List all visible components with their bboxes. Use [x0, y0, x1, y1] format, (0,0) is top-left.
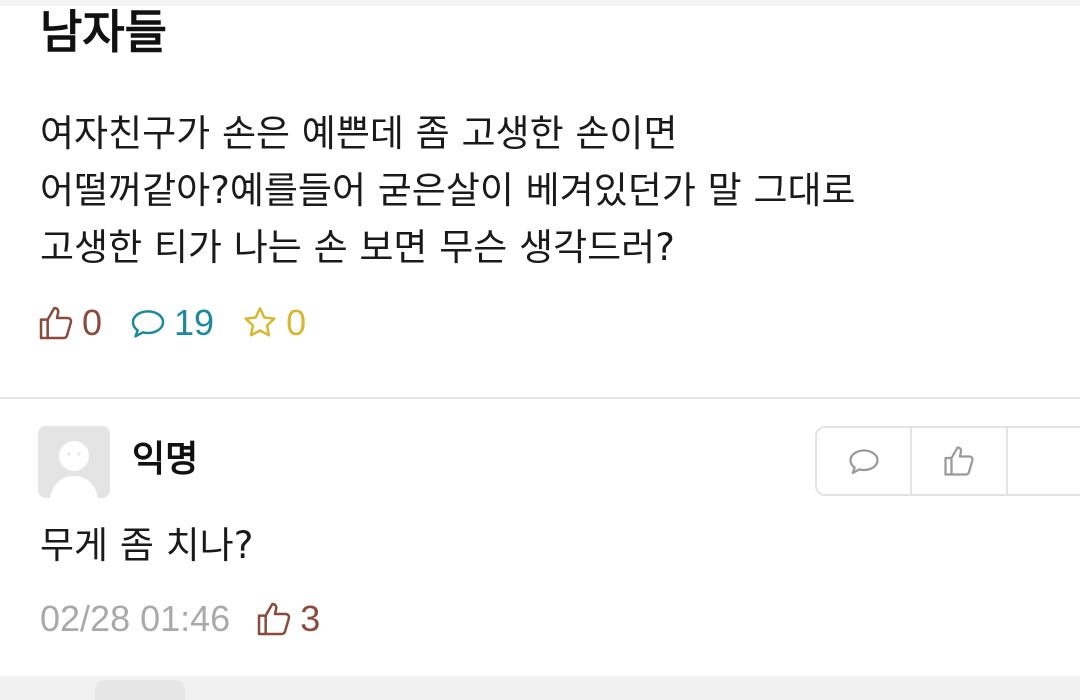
star-icon — [244, 307, 276, 337]
comment-timestamp: 02/28 01:46 — [40, 598, 231, 639]
comment-actions — [815, 426, 1080, 496]
post-stats: 0 19 0 — [36, 300, 332, 346]
post-scrap-count: 0 — [286, 302, 307, 343]
bottom-chip — [95, 680, 185, 700]
thumbs-up-icon — [944, 446, 974, 476]
post-body-line: 여자친구가 손은 예쁜데 좀 고생한 손이면 — [40, 112, 678, 155]
comment-meta: 02/28 01:46 3 — [40, 596, 320, 642]
reply-icon — [849, 449, 879, 475]
comment-author: 익명 — [132, 439, 199, 480]
comment-text: 무게 좀 치나? — [40, 524, 254, 567]
comment-like-count: 3 — [300, 598, 321, 639]
post-body: 여자친구가 손은 예쁜데 좀 고생한 손이면 어떨꺼같아?예를들어 굳은살이 베… — [40, 105, 1060, 276]
comment-like-button[interactable] — [912, 428, 1008, 494]
anonymous-avatar-icon — [38, 426, 110, 498]
thumbs-up-icon — [257, 602, 291, 636]
comment-like-count-badge: 3 — [254, 598, 320, 640]
post-like-count: 0 — [82, 302, 103, 343]
post-comment-count: 19 — [174, 302, 215, 343]
post-scrap-button[interactable]: 0 — [240, 302, 306, 344]
section-divider — [0, 397, 1080, 399]
speech-bubble-icon — [131, 310, 165, 338]
post: 남자들 여자친구가 손은 예쁜데 좀 고생한 손이면 어떨꺼같아?예를들어 굳은… — [0, 0, 1080, 396]
post-body-line: 어떨꺼같아?예를들어 굳은살이 베겨있던가 말 그대로 — [40, 169, 856, 212]
post-body-line: 고생한 티가 나는 손 보면 무슨 생각드러? — [40, 226, 675, 269]
board-title: 남자들 — [40, 5, 167, 59]
post-comment-button[interactable]: 19 — [128, 302, 214, 344]
more-button[interactable] — [1008, 428, 1080, 494]
reply-button[interactable] — [817, 428, 913, 494]
post-like-button[interactable]: 0 — [36, 302, 102, 344]
comment-item: 익명 무게 좀 치나? 02/28 01:46 3 — [0, 400, 1080, 700]
thumbs-up-icon — [39, 306, 73, 340]
